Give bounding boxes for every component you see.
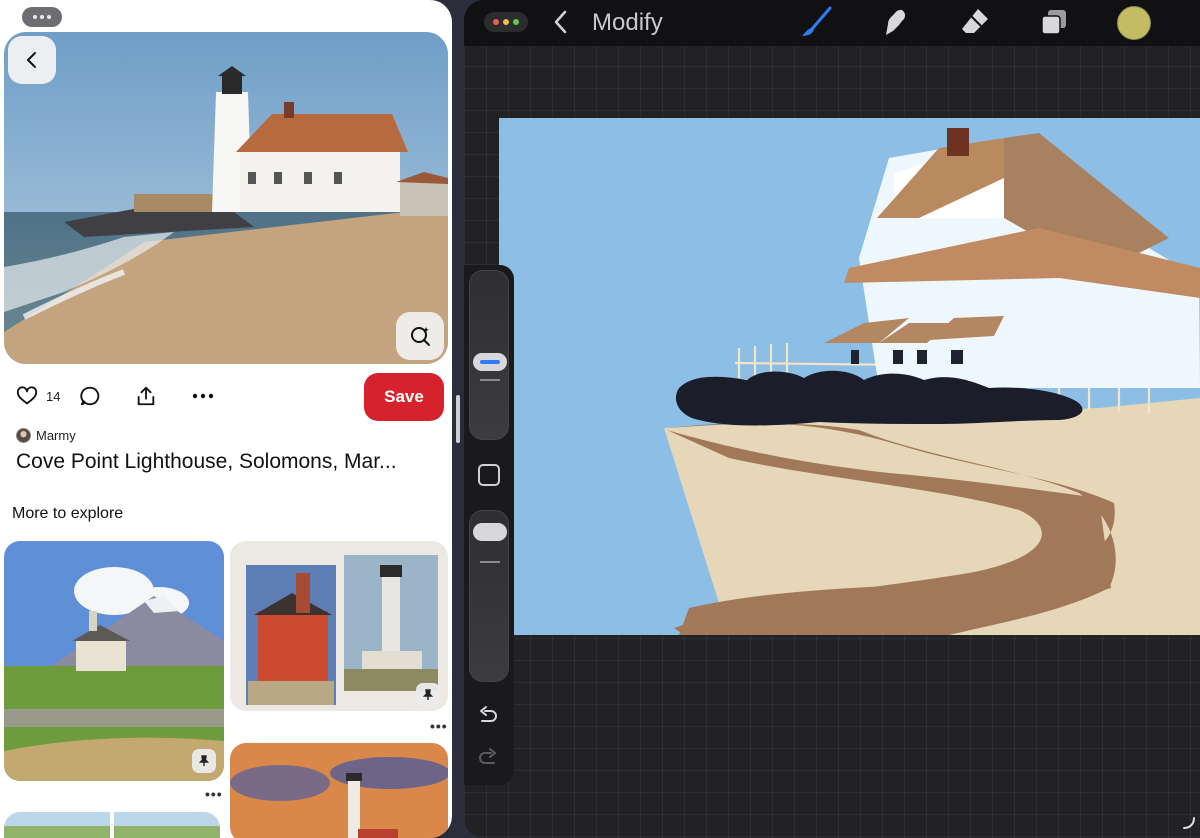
layers-icon: [1041, 10, 1066, 35]
more-icon: [192, 393, 214, 399]
pin-icon: [422, 689, 434, 700]
heart-icon: [16, 386, 38, 405]
undo-icon: [480, 706, 497, 722]
pin-badge: [416, 683, 440, 707]
eraser-tool[interactable]: [958, 5, 992, 39]
window-controls[interactable]: [484, 12, 528, 32]
visual-search-button[interactable]: [396, 312, 444, 360]
smudge-tool[interactable]: [878, 5, 912, 39]
pin-image[interactable]: [4, 32, 448, 364]
top-toolbar: Modify: [464, 0, 1200, 46]
like-button[interactable]: 14: [16, 385, 60, 407]
modify-menu[interactable]: Modify: [592, 9, 663, 37]
share-button[interactable]: [135, 385, 157, 407]
smudge-icon: [886, 9, 906, 35]
undo-button[interactable]: [476, 703, 500, 732]
pin-title: Cove Point Lighthouse, Solomons, Mar...: [16, 450, 397, 473]
pin-viewer-app: 14 Save Marmy Cove Point Lighthouse, Sol…: [0, 0, 452, 838]
opacity-grip[interactable]: [473, 523, 507, 541]
resize-corner-icon: [1183, 817, 1195, 829]
card-more-button[interactable]: •••: [430, 718, 448, 734]
drawing-app: Modify: [464, 0, 1200, 838]
drawing-canvas[interactable]: [499, 118, 1200, 635]
opacity-slider[interactable]: [469, 510, 509, 682]
slider-tick: [480, 561, 500, 563]
explore-pin-card[interactable]: [230, 743, 448, 838]
pin-icon: [198, 755, 210, 766]
brush-icon: [802, 6, 832, 36]
explore-pin-card[interactable]: [230, 541, 448, 711]
eraser-icon: [962, 9, 988, 33]
pin-action-bar: 14 Save: [0, 373, 452, 421]
chevron-left-icon: [27, 52, 36, 68]
brush-sidebar: [464, 265, 514, 785]
slider-tick: [480, 379, 500, 381]
share-icon: [137, 386, 155, 406]
split-view-divider[interactable]: [456, 395, 460, 443]
save-button[interactable]: Save: [364, 373, 444, 421]
explore-pin-card[interactable]: [4, 541, 224, 781]
author-name: Marmy: [36, 428, 76, 443]
brush-size-grip[interactable]: [473, 353, 507, 371]
redo-icon: [479, 748, 496, 764]
more-options-button[interactable]: [191, 385, 215, 407]
like-count: 14: [46, 388, 61, 404]
modify-button[interactable]: [478, 464, 500, 486]
back-button[interactable]: [8, 36, 56, 84]
resize-handle[interactable]: [1182, 816, 1196, 835]
back-button[interactable]: [550, 8, 570, 41]
explore-pin-card[interactable]: [4, 812, 220, 838]
chevron-left-icon: [554, 10, 567, 34]
section-heading: More to explore: [12, 505, 124, 522]
pin-author[interactable]: Marmy: [16, 428, 76, 443]
brush-size-slider[interactable]: [469, 270, 509, 440]
color-picker-button[interactable]: [1117, 6, 1151, 40]
visual-search-icon: [411, 327, 430, 346]
card-more-button[interactable]: •••: [205, 786, 223, 802]
comment-button[interactable]: [79, 385, 101, 407]
redo-button[interactable]: [476, 745, 500, 774]
comment-icon: [80, 386, 100, 406]
avatar: [16, 428, 31, 443]
layers-button[interactable]: [1037, 5, 1071, 39]
brush-tool[interactable]: [799, 5, 833, 39]
pin-badge: [192, 749, 216, 773]
multitasking-menu-button[interactable]: [22, 7, 62, 27]
